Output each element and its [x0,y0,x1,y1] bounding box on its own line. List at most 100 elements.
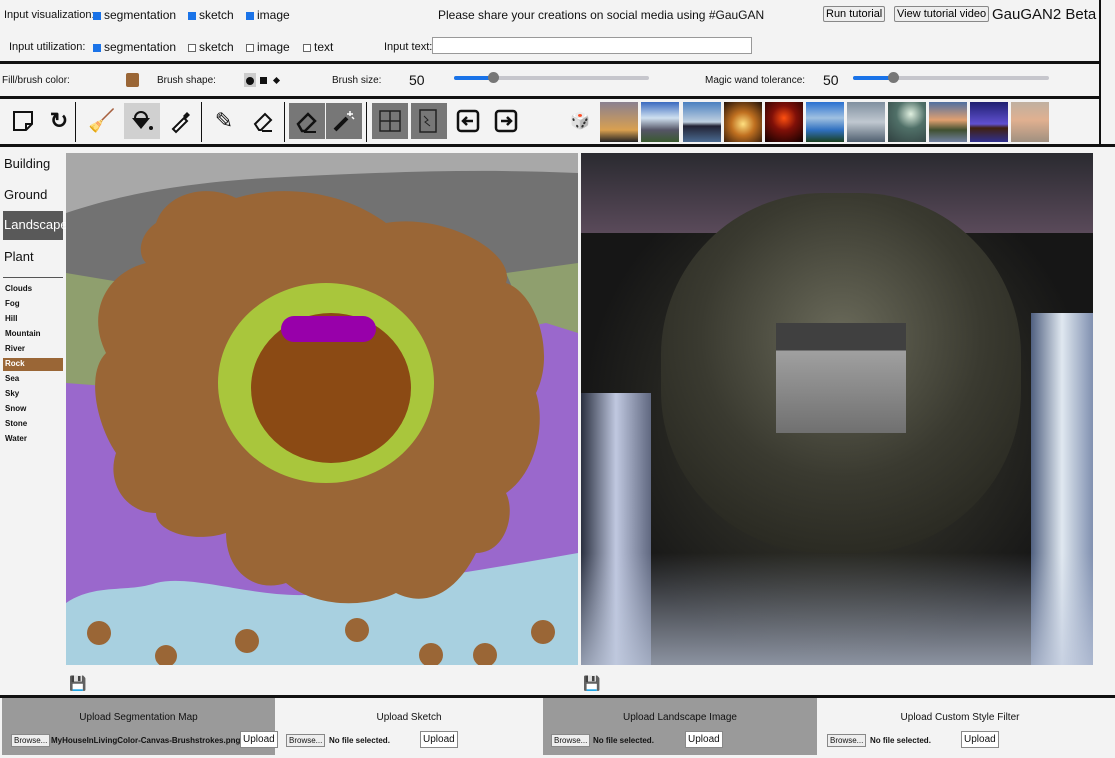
run-tutorial-button[interactable]: Run tutorial [823,6,886,22]
circle-brush-icon[interactable] [246,77,254,85]
upload-button[interactable]: Upload [420,731,458,748]
category-building[interactable]: Building [3,150,63,179]
style-thumbnail-7[interactable] [847,102,885,142]
upload-button[interactable]: Upload [961,731,999,748]
new-page-icon[interactable] [5,103,41,139]
util-sketch-checkbox[interactable]: sketch [188,40,234,54]
arrow-left-icon[interactable] [450,103,486,139]
label: image [257,8,290,22]
file-name: No file selected. [593,736,654,745]
category-ground[interactable]: Ground [3,181,63,210]
util-segmentation-checkbox[interactable]: segmentation [93,40,176,54]
style-thumbnail-3[interactable] [683,102,721,142]
label-sea[interactable]: Sea [3,373,63,386]
input-visualization-label: Input visualization: [4,9,95,21]
brush-shape-label: Brush shape: [157,75,216,86]
label-water[interactable]: Water [3,433,63,446]
magic-wand-value: 50 [823,72,839,88]
file-name: MyHouseInLivingColor-Canvas-Brushstrokes… [51,736,241,745]
upload-title: Upload Custom Style Filter [900,712,1020,723]
label: sketch [199,40,234,54]
eraser-filled-icon[interactable] [289,103,325,139]
upload-landscape-panel: Upload Landscape Image Browse... No file… [543,698,817,755]
fill-color-swatch[interactable] [126,73,139,87]
magic-wand-slider[interactable] [853,72,1049,83]
upload-style-filter-panel: Upload Custom Style Filter Browse... No … [817,698,1103,755]
label-sky[interactable]: Sky [3,388,63,401]
label: segmentation [104,40,177,54]
browse-button[interactable]: Browse... [11,734,51,747]
upload-sketch-panel: Upload Sketch Browse... No file selected… [275,698,543,755]
upload-title: Upload Landscape Image [623,712,737,723]
label: segmentation [104,8,177,22]
arrow-right-icon[interactable] [488,103,524,139]
label-stone[interactable]: Stone [3,418,63,431]
upload-button[interactable]: Upload [685,731,723,748]
diamond-brush-icon[interactable] [272,76,281,85]
input-text-field[interactable] [432,37,752,54]
app-title: GauGAN2 Beta [992,6,1097,23]
category-landscape[interactable]: Landscape [3,211,68,240]
label-fog[interactable]: Fog [3,298,63,311]
label-river[interactable]: River [3,343,63,356]
upload-title: Upload Sketch [376,712,442,723]
file-name: No file selected. [870,736,931,745]
square-brush-icon[interactable] [260,77,267,84]
label-rock[interactable]: Rock [3,358,63,371]
clear-broom-icon[interactable]: 🧹 [84,103,120,139]
style-thumbnail-10[interactable] [970,102,1008,142]
sketch-notebook-icon[interactable] [411,103,447,139]
label-hill[interactable]: Hill [3,313,63,326]
vis-sketch-checkbox[interactable]: sketch [188,8,234,22]
util-text-checkbox[interactable]: text [303,40,333,54]
generated-image [581,153,1093,665]
vis-image-checkbox[interactable]: image [246,8,290,22]
browse-button[interactable]: Browse... [551,734,591,747]
input-text-label: Input text: [384,41,433,53]
input-utilization-label: Input utilization: [9,41,86,53]
save-segmentation-icon[interactable]: 💾 [69,675,86,692]
magic-wand-label: Magic wand tolerance: [705,75,806,86]
save-image-icon[interactable]: 💾 [583,675,600,692]
style-thumbnail-1[interactable] [600,102,638,142]
style-thumbnail-8[interactable] [888,102,926,142]
label-mountain[interactable]: Mountain [3,328,63,341]
segmentation-puzzle-icon[interactable] [372,103,408,139]
label: text [314,40,334,54]
view-tutorial-video-button[interactable]: View tutorial video [894,6,990,22]
pencil-icon[interactable]: ✎ [206,103,242,139]
upload-title: Upload Segmentation Map [79,712,198,723]
style-thumbnail-6[interactable] [806,102,844,142]
roof-region [281,316,376,342]
style-thumbnail-4[interactable] [724,102,762,142]
brush-size-slider[interactable] [454,72,649,83]
file-name: No file selected. [329,736,390,745]
upload-segmentation-panel: Upload Segmentation Map Browse... MyHous… [2,698,278,755]
browse-button[interactable]: Browse... [827,734,867,747]
share-message: Please share your creations on social me… [438,8,765,22]
eyedropper-icon[interactable] [163,103,199,139]
magic-wand-icon[interactable] [326,103,362,139]
style-thumbnail-9[interactable] [929,102,967,142]
label: image [257,40,290,54]
label-clouds[interactable]: Clouds [3,283,63,296]
paint-bucket-icon[interactable] [124,103,160,139]
label: sketch [199,8,234,22]
label-snow[interactable]: Snow [3,403,63,416]
segmentation-canvas[interactable] [66,153,578,665]
browse-button[interactable]: Browse... [286,734,326,747]
vis-segmentation-checkbox[interactable]: segmentation [93,8,176,22]
random-dice-icon[interactable]: 🎲 [562,103,598,139]
sidebar-divider [3,277,63,278]
fill-color-label: Fill/brush color: [2,75,70,86]
redo-icon[interactable]: ↻ [41,103,77,139]
util-image-checkbox[interactable]: image [246,40,290,54]
category-plant[interactable]: Plant [3,243,63,272]
style-thumbnail-2[interactable] [641,102,679,142]
brush-size-value: 50 [409,72,425,88]
eraser-icon[interactable] [245,103,281,139]
brush-size-label: Brush size: [332,75,382,86]
style-thumbnail-5[interactable] [765,102,803,142]
style-thumbnail-11[interactable] [1011,102,1049,142]
upload-button[interactable]: Upload [240,731,278,748]
